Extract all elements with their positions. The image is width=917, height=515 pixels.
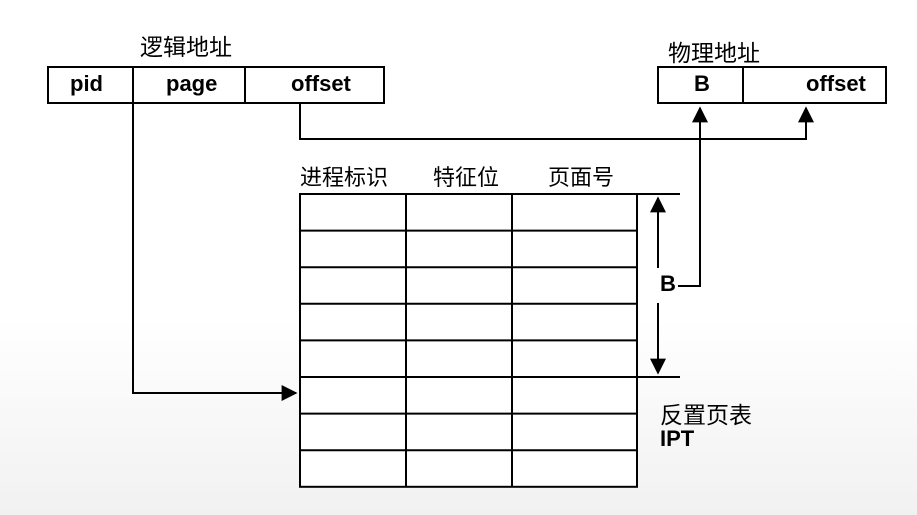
field-page: page (166, 71, 218, 96)
offset-connector (299, 103, 814, 140)
b-connector (678, 106, 708, 287)
field-b: B (694, 71, 710, 96)
field-pid: pid (70, 71, 103, 96)
pid-connector (132, 103, 298, 401)
column-page-number: 页面号 (548, 166, 615, 191)
field-offset: offset (291, 71, 351, 96)
range-label-b: B (658, 271, 678, 297)
logical-address-title: 逻辑地址 (140, 35, 232, 61)
column-process-id: 进程标识 (300, 166, 389, 191)
physical-address-title: 物理地址 (668, 41, 760, 67)
table-name: 反置页表 (660, 403, 752, 429)
inverted-page-table (299, 193, 638, 488)
field-physical-offset: offset (806, 71, 866, 96)
diagram-canvas (47, 66, 887, 488)
column-flag-bits: 特征位 (433, 166, 500, 191)
table-abbr: IPT (660, 426, 695, 451)
